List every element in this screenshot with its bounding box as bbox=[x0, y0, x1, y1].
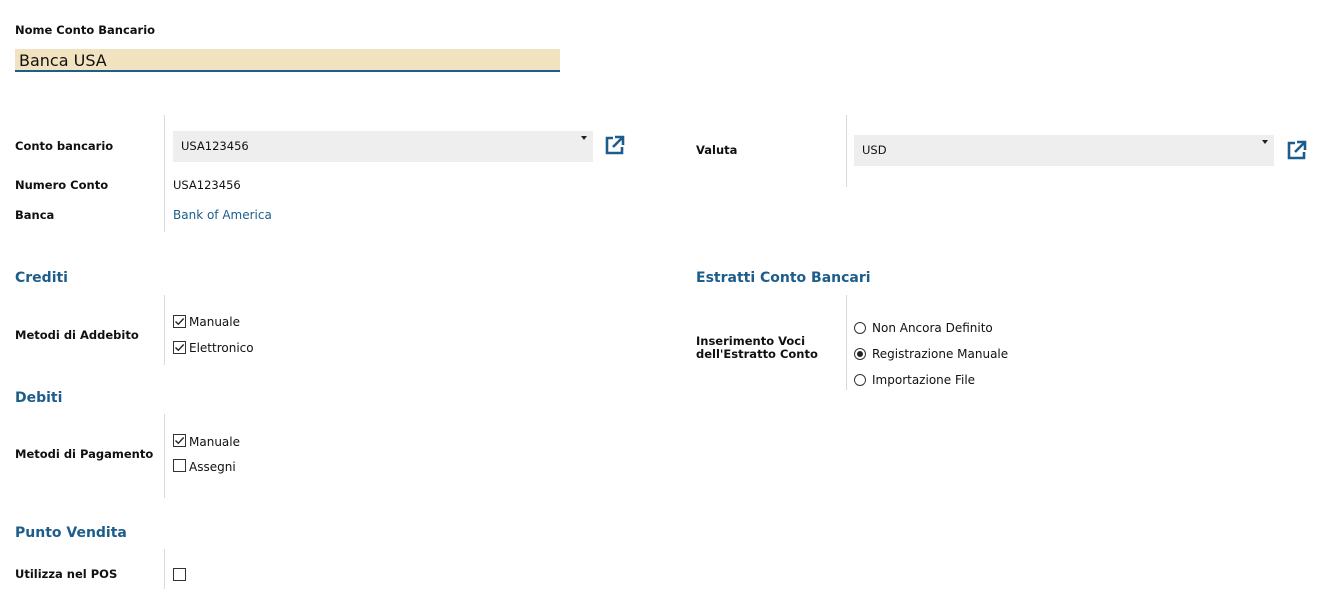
radio-importazione-file[interactable] bbox=[854, 374, 866, 386]
checkbox-addebito-manuale[interactable] bbox=[173, 315, 186, 328]
checkbox-pagamento-manuale[interactable] bbox=[173, 434, 186, 447]
inserimento-voci-label: Inserimento Voci bbox=[696, 334, 806, 348]
valuta-select[interactable]: USD bbox=[854, 135, 1274, 166]
utilizza-pos-label: Utilizza nel POS bbox=[15, 567, 118, 581]
divider bbox=[164, 549, 165, 589]
option-label: Registrazione Manuale bbox=[872, 347, 1009, 361]
crediti-section-title: Crediti bbox=[15, 270, 68, 286]
divider bbox=[164, 295, 165, 365]
divider bbox=[164, 115, 165, 232]
divider bbox=[164, 414, 165, 498]
option-label: Elettronico bbox=[189, 341, 254, 355]
valuta-label: Valuta bbox=[696, 143, 738, 157]
conto-bancario-value: USA123456 bbox=[181, 139, 249, 153]
divider bbox=[846, 295, 847, 390]
checkbox-pagamento-assegni[interactable] bbox=[173, 459, 186, 472]
radio-registrazione-manuale[interactable] bbox=[854, 348, 866, 360]
divider bbox=[846, 115, 847, 187]
option-label: Importazione File bbox=[872, 373, 976, 387]
check-icon bbox=[175, 318, 185, 326]
chevron-down-icon bbox=[581, 136, 587, 140]
bank-account-name-input[interactable]: Banca USA bbox=[15, 49, 560, 72]
check-icon bbox=[175, 437, 185, 445]
banca-link[interactable]: Bank of America bbox=[173, 208, 272, 222]
conto-bancario-label: Conto bancario bbox=[15, 139, 114, 153]
option-label: Non Ancora Definito bbox=[872, 321, 993, 335]
conto-bancario-select[interactable]: USA123456 bbox=[173, 131, 593, 162]
option-label: Manuale bbox=[189, 435, 240, 449]
debiti-section-title: Debiti bbox=[15, 390, 63, 406]
option-label: Assegni bbox=[189, 460, 236, 474]
valuta-value: USD bbox=[862, 143, 887, 157]
chevron-down-icon bbox=[1262, 140, 1268, 144]
radio-non-ancora-definito[interactable] bbox=[854, 322, 866, 334]
banca-label: Banca bbox=[15, 208, 55, 222]
option-label: Manuale bbox=[189, 315, 240, 329]
checkbox-addebito-elettronico[interactable] bbox=[173, 341, 186, 354]
estratti-section-title: Estratti Conto Bancari bbox=[696, 270, 871, 286]
checkbox-utilizza-pos[interactable] bbox=[173, 568, 186, 581]
inserimento-voci-label-line2: dell'Estratto Conto bbox=[696, 347, 818, 361]
radio-selected-dot bbox=[857, 351, 863, 357]
bank-account-name-label: Nome Conto Bancario bbox=[15, 23, 156, 37]
punto-vendita-section-title: Punto Vendita bbox=[15, 525, 127, 541]
numero-conto-value: USA123456 bbox=[173, 178, 241, 192]
external-link-icon[interactable] bbox=[1286, 139, 1308, 161]
numero-conto-label: Numero Conto bbox=[15, 178, 109, 192]
check-icon bbox=[175, 344, 185, 352]
metodi-pagamento-label: Metodi di Pagamento bbox=[15, 447, 154, 461]
external-link-icon[interactable] bbox=[604, 134, 626, 156]
metodi-addebito-label: Metodi di Addebito bbox=[15, 328, 139, 342]
